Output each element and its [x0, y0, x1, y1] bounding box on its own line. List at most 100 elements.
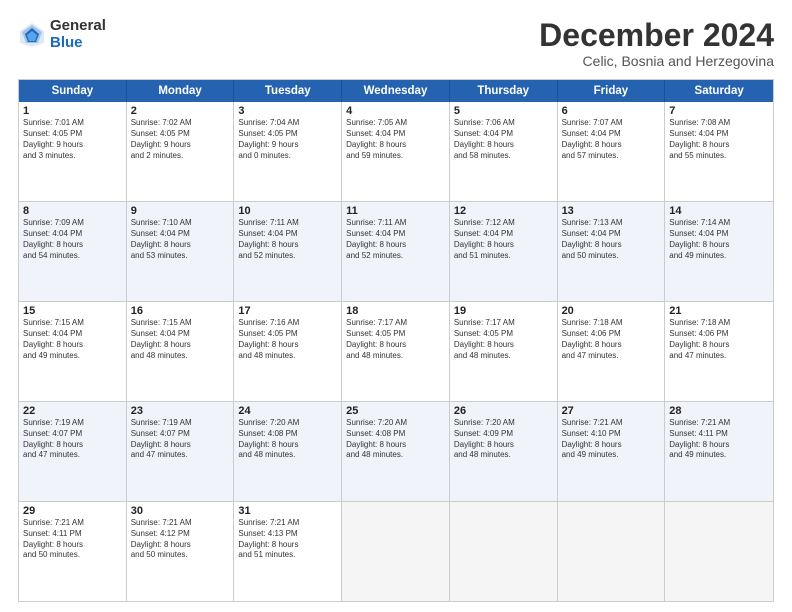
day-number: 29 [23, 505, 122, 517]
calendar-cell [450, 502, 558, 601]
header-day-thursday: Thursday [450, 80, 558, 102]
cell-info: Sunrise: 7:21 AMSunset: 4:11 PMDaylight:… [23, 518, 122, 561]
calendar-cell: 15Sunrise: 7:15 AMSunset: 4:04 PMDayligh… [19, 302, 127, 401]
cell-info: Sunrise: 7:21 AMSunset: 4:11 PMDaylight:… [669, 418, 769, 461]
main-title: December 2024 [539, 18, 774, 53]
calendar-cell: 9Sunrise: 7:10 AMSunset: 4:04 PMDaylight… [127, 202, 235, 301]
day-number: 3 [238, 105, 337, 117]
cell-info: Sunrise: 7:11 AMSunset: 4:04 PMDaylight:… [238, 218, 337, 261]
calendar-cell: 27Sunrise: 7:21 AMSunset: 4:10 PMDayligh… [558, 402, 666, 501]
calendar-cell: 31Sunrise: 7:21 AMSunset: 4:13 PMDayligh… [234, 502, 342, 601]
calendar-cell: 23Sunrise: 7:19 AMSunset: 4:07 PMDayligh… [127, 402, 235, 501]
calendar-row-1: 1Sunrise: 7:01 AMSunset: 4:05 PMDaylight… [19, 102, 773, 202]
day-number: 1 [23, 105, 122, 117]
cell-info: Sunrise: 7:15 AMSunset: 4:04 PMDaylight:… [23, 318, 122, 361]
day-number: 4 [346, 105, 445, 117]
calendar-cell: 22Sunrise: 7:19 AMSunset: 4:07 PMDayligh… [19, 402, 127, 501]
cell-info: Sunrise: 7:07 AMSunset: 4:04 PMDaylight:… [562, 118, 661, 161]
cell-info: Sunrise: 7:19 AMSunset: 4:07 PMDaylight:… [23, 418, 122, 461]
cell-info: Sunrise: 7:20 AMSunset: 4:09 PMDaylight:… [454, 418, 553, 461]
cell-info: Sunrise: 7:12 AMSunset: 4:04 PMDaylight:… [454, 218, 553, 261]
day-number: 31 [238, 505, 337, 517]
calendar-cell: 26Sunrise: 7:20 AMSunset: 4:09 PMDayligh… [450, 402, 558, 501]
calendar-cell: 5Sunrise: 7:06 AMSunset: 4:04 PMDaylight… [450, 102, 558, 201]
day-number: 6 [562, 105, 661, 117]
header-day-sunday: Sunday [19, 80, 127, 102]
day-number: 26 [454, 405, 553, 417]
day-number: 14 [669, 205, 769, 217]
day-number: 19 [454, 305, 553, 317]
header-day-wednesday: Wednesday [342, 80, 450, 102]
logo-icon [18, 21, 46, 49]
header: General Blue December 2024 Celic, Bosnia… [18, 18, 774, 69]
cell-info: Sunrise: 7:21 AMSunset: 4:12 PMDaylight:… [131, 518, 230, 561]
cell-info: Sunrise: 7:17 AMSunset: 4:05 PMDaylight:… [346, 318, 445, 361]
cell-info: Sunrise: 7:16 AMSunset: 4:05 PMDaylight:… [238, 318, 337, 361]
cell-info: Sunrise: 7:17 AMSunset: 4:05 PMDaylight:… [454, 318, 553, 361]
title-block: December 2024 Celic, Bosnia and Herzegov… [539, 18, 774, 69]
cell-info: Sunrise: 7:09 AMSunset: 4:04 PMDaylight:… [23, 218, 122, 261]
calendar-cell [665, 502, 773, 601]
cell-info: Sunrise: 7:10 AMSunset: 4:04 PMDaylight:… [131, 218, 230, 261]
calendar-cell: 29Sunrise: 7:21 AMSunset: 4:11 PMDayligh… [19, 502, 127, 601]
day-number: 28 [669, 405, 769, 417]
calendar-cell: 25Sunrise: 7:20 AMSunset: 4:08 PMDayligh… [342, 402, 450, 501]
day-number: 13 [562, 205, 661, 217]
day-number: 11 [346, 205, 445, 217]
calendar-cell: 8Sunrise: 7:09 AMSunset: 4:04 PMDaylight… [19, 202, 127, 301]
cell-info: Sunrise: 7:19 AMSunset: 4:07 PMDaylight:… [131, 418, 230, 461]
day-number: 7 [669, 105, 769, 117]
cell-info: Sunrise: 7:06 AMSunset: 4:04 PMDaylight:… [454, 118, 553, 161]
logo: General Blue [18, 18, 106, 51]
header-day-saturday: Saturday [665, 80, 773, 102]
day-number: 25 [346, 405, 445, 417]
day-number: 20 [562, 305, 661, 317]
day-number: 16 [131, 305, 230, 317]
cell-info: Sunrise: 7:21 AMSunset: 4:10 PMDaylight:… [562, 418, 661, 461]
day-number: 18 [346, 305, 445, 317]
day-number: 27 [562, 405, 661, 417]
calendar-cell: 30Sunrise: 7:21 AMSunset: 4:12 PMDayligh… [127, 502, 235, 601]
day-number: 9 [131, 205, 230, 217]
calendar-cell: 12Sunrise: 7:12 AMSunset: 4:04 PMDayligh… [450, 202, 558, 301]
calendar-cell: 6Sunrise: 7:07 AMSunset: 4:04 PMDaylight… [558, 102, 666, 201]
day-number: 21 [669, 305, 769, 317]
logo-blue: Blue [50, 35, 106, 52]
header-day-friday: Friday [558, 80, 666, 102]
calendar-row-2: 8Sunrise: 7:09 AMSunset: 4:04 PMDaylight… [19, 202, 773, 302]
calendar-header: SundayMondayTuesdayWednesdayThursdayFrid… [19, 80, 773, 102]
calendar-cell: 2Sunrise: 7:02 AMSunset: 4:05 PMDaylight… [127, 102, 235, 201]
cell-info: Sunrise: 7:01 AMSunset: 4:05 PMDaylight:… [23, 118, 122, 161]
calendar-cell: 11Sunrise: 7:11 AMSunset: 4:04 PMDayligh… [342, 202, 450, 301]
day-number: 8 [23, 205, 122, 217]
calendar-cell: 19Sunrise: 7:17 AMSunset: 4:05 PMDayligh… [450, 302, 558, 401]
calendar-cell: 10Sunrise: 7:11 AMSunset: 4:04 PMDayligh… [234, 202, 342, 301]
calendar-cell: 24Sunrise: 7:20 AMSunset: 4:08 PMDayligh… [234, 402, 342, 501]
calendar-cell: 28Sunrise: 7:21 AMSunset: 4:11 PMDayligh… [665, 402, 773, 501]
calendar-cell [342, 502, 450, 601]
logo-general: General [50, 18, 106, 35]
calendar-row-3: 15Sunrise: 7:15 AMSunset: 4:04 PMDayligh… [19, 302, 773, 402]
day-number: 5 [454, 105, 553, 117]
cell-info: Sunrise: 7:18 AMSunset: 4:06 PMDaylight:… [562, 318, 661, 361]
cell-info: Sunrise: 7:18 AMSunset: 4:06 PMDaylight:… [669, 318, 769, 361]
cell-info: Sunrise: 7:02 AMSunset: 4:05 PMDaylight:… [131, 118, 230, 161]
cell-info: Sunrise: 7:15 AMSunset: 4:04 PMDaylight:… [131, 318, 230, 361]
day-number: 15 [23, 305, 122, 317]
header-day-tuesday: Tuesday [234, 80, 342, 102]
calendar-cell: 13Sunrise: 7:13 AMSunset: 4:04 PMDayligh… [558, 202, 666, 301]
calendar-cell: 7Sunrise: 7:08 AMSunset: 4:04 PMDaylight… [665, 102, 773, 201]
calendar-cell: 14Sunrise: 7:14 AMSunset: 4:04 PMDayligh… [665, 202, 773, 301]
calendar-cell: 18Sunrise: 7:17 AMSunset: 4:05 PMDayligh… [342, 302, 450, 401]
cell-info: Sunrise: 7:21 AMSunset: 4:13 PMDaylight:… [238, 518, 337, 561]
calendar-cell: 17Sunrise: 7:16 AMSunset: 4:05 PMDayligh… [234, 302, 342, 401]
calendar-cell: 16Sunrise: 7:15 AMSunset: 4:04 PMDayligh… [127, 302, 235, 401]
calendar-cell: 4Sunrise: 7:05 AMSunset: 4:04 PMDaylight… [342, 102, 450, 201]
day-number: 17 [238, 305, 337, 317]
day-number: 22 [23, 405, 122, 417]
day-number: 30 [131, 505, 230, 517]
calendar-cell: 20Sunrise: 7:18 AMSunset: 4:06 PMDayligh… [558, 302, 666, 401]
cell-info: Sunrise: 7:14 AMSunset: 4:04 PMDaylight:… [669, 218, 769, 261]
day-number: 24 [238, 405, 337, 417]
calendar-cell: 21Sunrise: 7:18 AMSunset: 4:06 PMDayligh… [665, 302, 773, 401]
